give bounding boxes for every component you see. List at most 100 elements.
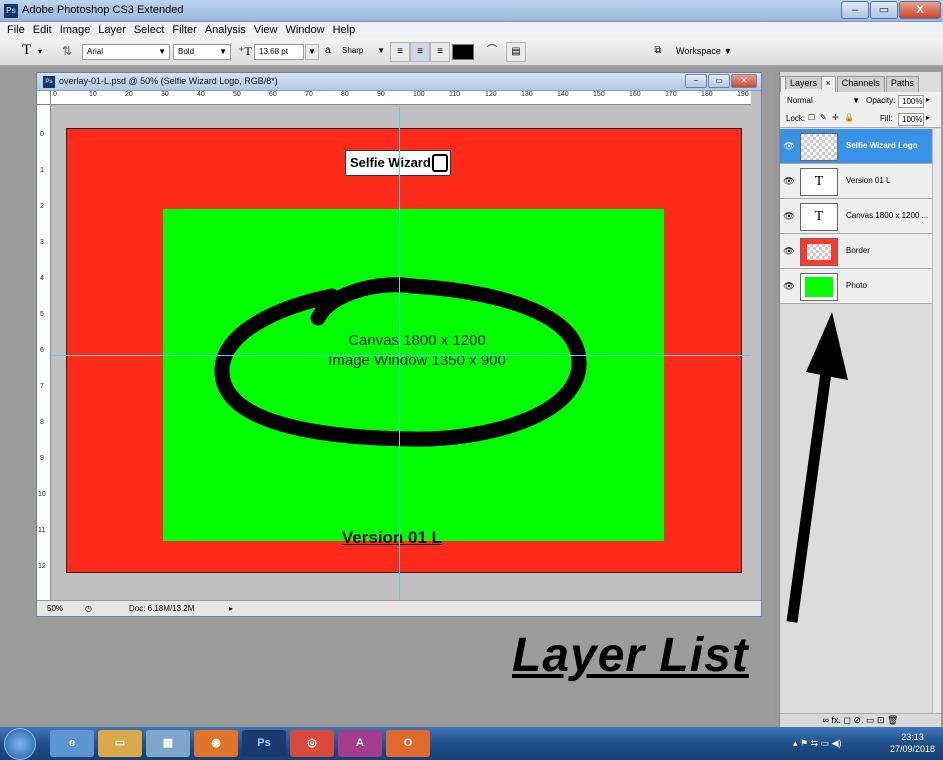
tray-icons[interactable]: ▴ ⚑ ⇆ ▭ ◀) [793,738,842,749]
lock-image-icon[interactable]: ✎ [820,113,827,122]
align-right-button[interactable]: ≡ [430,42,450,62]
document-window: Ps overlay-01-L.psd @ 50% (Selfie Wizard… [36,72,762,617]
antialias-select[interactable]: Sharp ▼ [338,44,388,60]
clock[interactable]: 23:13 27/09/2018 [890,731,935,755]
chrome-taskbar-icon[interactable]: ◎ [290,730,334,757]
layer-row-border[interactable]: 👁 Border [780,234,932,269]
text-orientation-icon[interactable]: ⇅ [62,44,72,58]
clock-time: 23:13 [901,732,924,742]
eye-icon[interactable]: 👁 [783,140,795,152]
tab-channels[interactable]: Channels [836,76,885,92]
ruler-h-label: 10 [89,91,97,98]
opacity-label: Opacity: [866,96,896,105]
font-family-select[interactable]: Arial ▼ [82,44,170,60]
menu-edit[interactable]: Edit [29,22,56,38]
menu-analysis[interactable]: Analysis [201,22,250,38]
vertical-ruler[interactable]: 0 1 2 3 4 5 6 7 8 9 10 11 12 [37,105,51,600]
fill-slider-arrow-icon[interactable]: ▸ [926,113,930,122]
document-window-controls: – ▭ ✕ [684,74,757,88]
layer-thumbnail [800,133,838,161]
menu-window[interactable]: Window [281,22,328,38]
status-menu-arrow-icon[interactable]: ▸ [229,604,233,613]
file-browser-icon[interactable]: ⧉ [648,42,668,62]
font-family-value: Arial [87,47,104,56]
document-title: overlay-01-L.psd @ 50% (Selfie Wizard Lo… [59,76,278,86]
menu-layer[interactable]: Layer [94,22,130,38]
access-taskbar-icon[interactable]: A [338,730,382,757]
start-button[interactable] [4,728,36,760]
menu-view[interactable]: View [250,22,282,38]
eye-icon[interactable]: 👁 [783,280,795,292]
doc-size-info: Doc: 6.18M/13.2M [129,604,195,613]
ruler-v-label: 11 [38,527,46,534]
document-ps-icon: Ps [43,76,55,88]
align-center-button[interactable]: ≡ [410,42,430,62]
opacity-slider-arrow-icon[interactable]: ▸ [926,95,930,104]
ie-taskbar-icon[interactable]: e [50,730,94,757]
text-layer-thumbnail-icon: T [800,168,838,196]
office-taskbar-icon[interactable]: O [386,730,430,757]
status-icon[interactable]: ◷ [85,604,92,613]
ruler-h-label: 90 [377,91,385,98]
character-panel-icon[interactable]: ▤ [506,42,526,62]
minimize-button[interactable]: – [841,1,869,19]
font-size-input[interactable]: 13.68 pt [254,44,304,60]
photoshop-taskbar-icon[interactable]: Ps [242,730,286,757]
font-size-dropdown-button[interactable]: ▼ [305,44,319,60]
menu-help[interactable]: Help [329,22,360,38]
type-tool-icon[interactable]: T [22,42,31,59]
eye-icon[interactable]: 👁 [783,245,795,257]
text-color-swatch[interactable] [452,44,474,60]
doc-close-button[interactable]: ✕ [731,74,757,88]
firefox-taskbar-icon[interactable]: ◉ [194,730,238,757]
close-button[interactable]: X [899,1,941,19]
horizontal-guide[interactable] [52,355,751,356]
blend-mode-value: Normal [787,96,813,105]
horizontal-ruler[interactable]: 0 10 20 30 40 50 60 70 80 90 100 110 120… [51,91,751,105]
ruler-v-label: 7 [40,383,44,390]
layer-row-photo[interactable]: 👁 Photo [780,269,932,304]
ruler-h-label: 110 [449,91,461,98]
opacity-input[interactable]: 100% [898,95,924,108]
document-titlebar[interactable]: Ps overlay-01-L.psd @ 50% (Selfie Wizard… [37,73,761,91]
doc-maximize-button[interactable]: ▭ [708,74,730,88]
eye-icon[interactable]: 👁 [783,175,795,187]
canvas-area[interactable]: Selfie Wizard Canvas 1800 x 1200 Image W… [52,106,751,600]
calculator-taskbar-icon[interactable]: ▦ [146,730,190,757]
workspace-menu[interactable]: Workspace ▼ [676,46,732,56]
opacity-value: 100% [902,97,923,106]
menu-file[interactable]: File [3,22,29,38]
ruler-origin[interactable] [37,91,51,105]
menu-image[interactable]: Image [56,22,95,38]
lock-transparency-icon[interactable]: ☐ [808,113,815,122]
layer-row-canvas[interactable]: 👁 T Canvas 1800 x 1200 ... [780,199,932,234]
warp-text-icon[interactable]: ⌒ [482,42,502,62]
tab-paths[interactable]: Paths [885,76,919,92]
align-left-button[interactable]: ≡ [390,42,410,62]
lock-all-icon[interactable]: 🔒 [844,113,854,122]
fill-input[interactable]: 100% [898,113,924,126]
layers-bottom-toolbar[interactable]: ∞ fx. ◻ ⊘. ▭ ⊡ 🗑 [780,713,941,727]
zoom-level[interactable]: 50% [47,604,63,613]
vertical-guide[interactable] [399,106,400,600]
menu-select[interactable]: Select [130,22,169,38]
layer-row-version[interactable]: 👁 T Version 01 L [780,164,932,199]
document-status-bar: 50% ◷ Doc: 6.18M/13.2M ▸ [37,600,761,616]
tab-layers[interactable]: Layers × [780,76,836,92]
folder-taskbar-icon[interactable]: ▭ [98,730,142,757]
maximize-button[interactable]: ▭ [870,1,898,19]
font-style-select[interactable]: Bold ▼ [173,44,231,60]
ruler-v-label: 3 [40,239,44,246]
layer-name: Selfie Wizard Logo [846,141,918,150]
doc-minimize-button[interactable]: – [685,74,707,88]
layers-scrollbar[interactable] [932,129,941,714]
lock-position-icon[interactable]: ✛ [832,113,839,122]
blend-mode-select[interactable]: Normal ▼ [784,95,862,108]
eye-icon[interactable]: 👁 [783,210,795,222]
ruler-h-label: 30 [161,91,169,98]
tool-preset-chevron-icon[interactable]: ▾ [38,47,42,56]
ruler-v-label: 0 [40,131,44,138]
ruler-h-label: 40 [197,91,205,98]
menu-filter[interactable]: Filter [168,22,200,38]
layer-row-selfie-wizard-logo[interactable]: 👁 Selfie Wizard Logo [780,129,932,164]
